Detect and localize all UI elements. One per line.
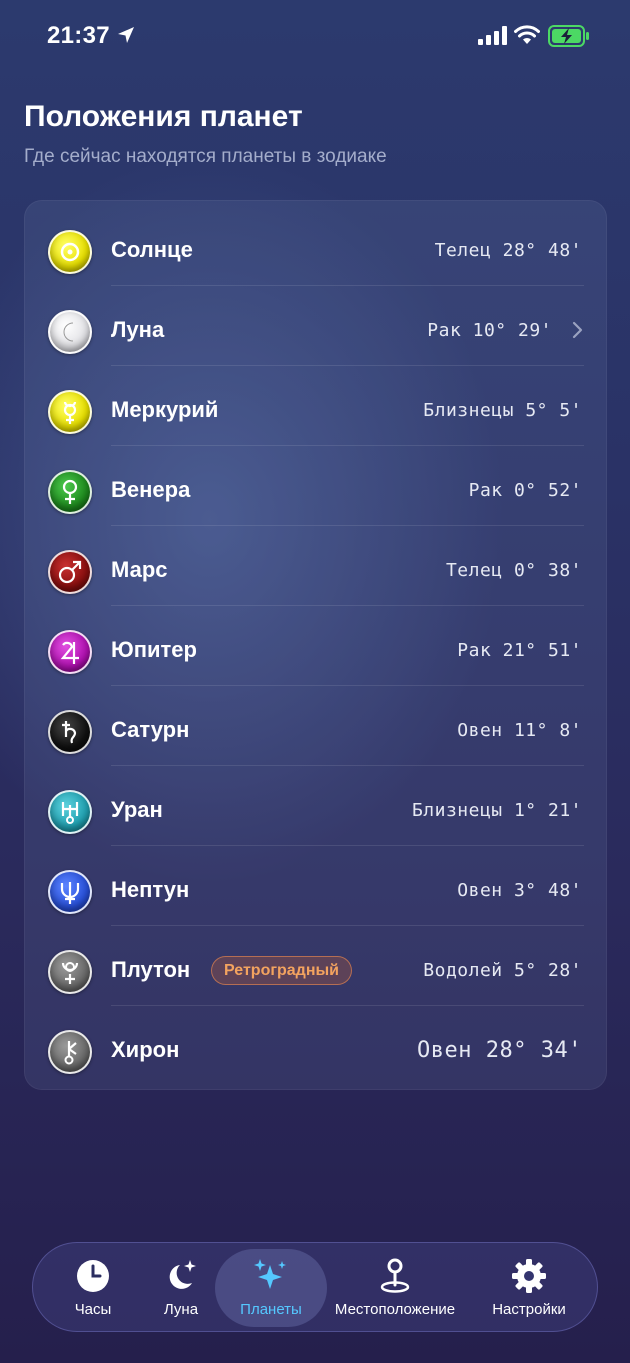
wifi-icon — [514, 25, 540, 44]
planet-row-sun[interactable]: Солнце Телец 28° 48' — [25, 206, 608, 286]
planet-name: Хирон — [111, 1037, 180, 1062]
planet-position: Телец 0° 38' — [445, 560, 582, 581]
sun-icon — [48, 230, 92, 274]
map-pin-icon — [380, 1258, 410, 1293]
jupiter-icon — [48, 630, 92, 674]
planet-row-venus[interactable]: Венера Рак 0° 52' — [25, 446, 608, 526]
planet-position: Рак 0° 52' — [468, 480, 582, 501]
planet-position: Овен 11° 8' — [457, 720, 582, 741]
tab-label: Планеты — [240, 1301, 302, 1318]
tab-label: Настройки — [492, 1301, 566, 1318]
planet-name: Марс — [111, 557, 168, 582]
planet-position: Рак 21° 51' — [457, 640, 582, 661]
battery-charging-icon — [548, 25, 589, 47]
retrograde-badge: Ретроградный — [211, 956, 352, 985]
planet-name: Нептун — [111, 877, 190, 902]
pluto-icon — [48, 950, 92, 994]
mercury-icon — [48, 390, 92, 434]
neptune-icon — [48, 870, 92, 914]
planet-name: Плутон — [111, 957, 191, 982]
planet-row-moon[interactable]: Луна Рак 10° 29' — [25, 286, 608, 366]
planet-name: Юпитер — [111, 637, 197, 662]
planet-position: Овен 3° 48' — [457, 880, 582, 901]
page-subtitle: Где сейчас находятся планеты в зодиаке — [24, 146, 387, 167]
chevron-right-icon — [572, 321, 583, 339]
sparkles-icon — [254, 1259, 286, 1289]
chiron-icon — [48, 1030, 92, 1074]
cellular-signal-icon — [478, 26, 507, 45]
planet-position: Рак 10° 29' — [427, 320, 552, 341]
tab-clock[interactable]: Часы — [51, 1243, 135, 1333]
planet-row-chiron[interactable]: Хирон Овен 28° 34' — [25, 1006, 608, 1086]
tab-location[interactable]: Местоположение — [329, 1243, 461, 1333]
planet-row-mars[interactable]: Марс Телец 0° 38' — [25, 526, 608, 606]
tab-moon[interactable]: Луна — [141, 1243, 221, 1333]
planet-name: Сатурн — [111, 717, 190, 742]
status-time: 21:37 — [47, 22, 110, 49]
planet-row-uranus[interactable]: Уран Близнецы 1° 21' — [25, 766, 608, 846]
planet-row-neptune[interactable]: Нептун Овен 3° 48' — [25, 846, 608, 926]
planet-row-pluto[interactable]: Плутон Ретроградный Водолей 5° 28' — [25, 926, 608, 1006]
tab-label: Часы — [74, 1301, 112, 1318]
planet-position: Телец 28° 48' — [434, 240, 582, 261]
planet-position: Близнецы 1° 21' — [411, 800, 582, 821]
location-arrow-icon — [118, 27, 134, 43]
page-title: Положения планет — [24, 100, 303, 133]
planet-row-saturn[interactable]: Сатурн Овен 11° 8' — [25, 686, 608, 766]
saturn-icon — [48, 710, 92, 754]
status-bar: 21:37 — [0, 0, 630, 70]
uranus-icon — [48, 790, 92, 834]
planet-position: Водолей 5° 28' — [423, 960, 582, 981]
moon-icon — [48, 310, 92, 354]
planet-row-mercury[interactable]: Меркурий Близнецы 5° 5' — [25, 366, 608, 446]
planet-row-jupiter[interactable]: Юпитер Рак 21° 51' — [25, 606, 608, 686]
planet-position: Близнецы 5° 5' — [423, 400, 582, 421]
planet-position: Овен 28° 34' — [417, 1038, 582, 1063]
planet-name: Уран — [111, 797, 163, 822]
planet-name: Луна — [111, 317, 165, 342]
clock-icon — [77, 1260, 109, 1292]
planet-name: Венера — [111, 477, 191, 502]
planet-positions-list: Солнце Телец 28° 48' Луна Рак 10° 29' Ме… — [24, 200, 607, 1090]
mars-icon — [48, 550, 92, 594]
tab-planets[interactable]: Планеты — [215, 1249, 327, 1327]
gear-icon — [512, 1259, 546, 1293]
planet-name: Солнце — [111, 237, 193, 262]
tab-label: Луна — [163, 1301, 199, 1318]
tab-bar: Часы Луна Планеты Местоположение Настрой… — [32, 1242, 598, 1332]
planet-name: Меркурий — [111, 397, 219, 422]
venus-icon — [48, 470, 92, 514]
tab-settings[interactable]: Настройки — [479, 1243, 579, 1333]
moon-stars-icon — [169, 1260, 196, 1289]
tab-label: Местоположение — [334, 1301, 456, 1318]
